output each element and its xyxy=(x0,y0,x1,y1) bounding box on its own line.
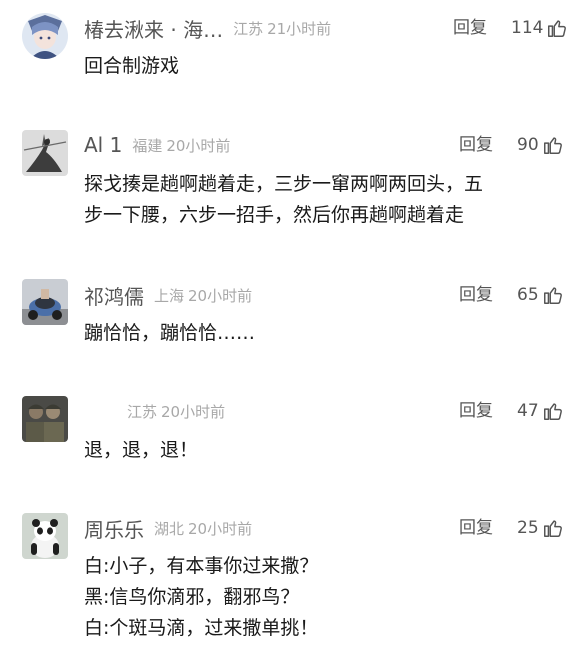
reply-button[interactable]: 回复 xyxy=(459,513,493,543)
comment-line: 白:个斑马滴，过来撒单挑！ xyxy=(84,617,319,639)
comment-line: 黑:信鸟你滴邪，翻邪鸟？ xyxy=(84,586,300,608)
comment-line: 白:小子，有本事你过来撒？ xyxy=(84,555,319,577)
like-count: 25 xyxy=(517,518,539,538)
comment-text: 白:小子，有本事你过来撒？ 黑:信鸟你滴邪，翻邪鸟？ 白:个斑马滴，过来撒单挑！ xyxy=(84,551,554,644)
comment-item: 周乐乐 湖北 20小时前 回复 25 白:小子，有本事你过来撒？ 黑:信鸟你滴邪… xyxy=(0,0,588,667)
timestamp: 20小时前 xyxy=(188,519,253,538)
location: 湖北 xyxy=(154,519,185,538)
like-button[interactable]: 25 xyxy=(517,513,564,543)
comment-meta: 周乐乐 湖北 20小时前 xyxy=(84,513,252,543)
avatar[interactable] xyxy=(22,513,68,559)
username[interactable]: 周乐乐 xyxy=(84,514,144,543)
thumbs-up-icon xyxy=(543,520,562,537)
panda-avatar xyxy=(22,513,68,559)
